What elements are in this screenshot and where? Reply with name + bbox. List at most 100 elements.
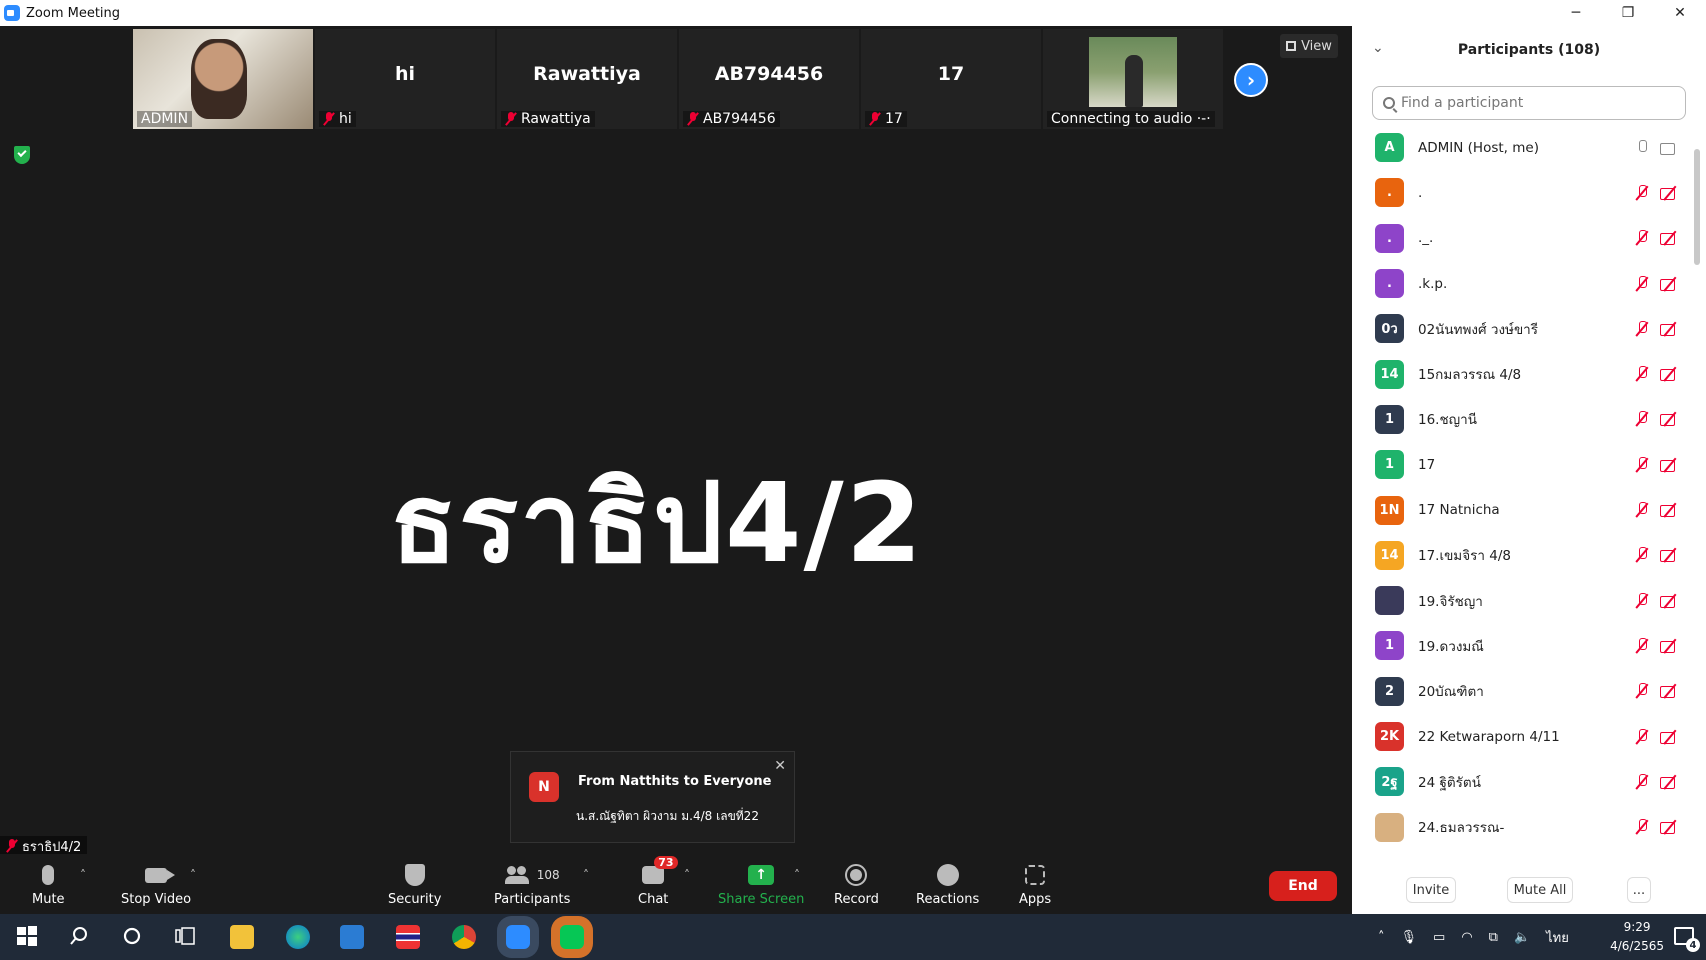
video-off-icon[interactable] — [1660, 593, 1680, 609]
mail-icon[interactable] — [340, 925, 364, 949]
video-off-icon[interactable] — [1660, 683, 1680, 699]
mute-button[interactable]: Mute — [32, 862, 65, 907]
mic-muted-icon[interactable] — [1634, 773, 1650, 790]
video-off-icon[interactable] — [1660, 819, 1680, 835]
camera-icon[interactable] — [1660, 140, 1680, 156]
participant-row[interactable]: 14 15กมลวรรณ 4/8 — [1352, 351, 1690, 396]
video-off-icon[interactable] — [1660, 774, 1680, 790]
participant-tile[interactable]: 17 17 — [861, 29, 1041, 129]
participant-tile[interactable]: ADMIN — [133, 29, 313, 129]
microphone-tray-icon[interactable]: 🎙 — [1401, 930, 1418, 945]
video-options-caret[interactable]: ˄ — [190, 868, 196, 882]
file-explorer-icon[interactable] — [230, 925, 254, 949]
audio-options-caret[interactable]: ˄ — [80, 868, 86, 882]
mute-all-button[interactable]: Mute All — [1507, 877, 1573, 903]
chat-options-caret[interactable]: ˄ — [684, 868, 690, 882]
participant-row[interactable]: 1 19.ดวงมณี — [1352, 623, 1690, 668]
reactions-button[interactable]: Reactions — [916, 862, 979, 907]
chat-button[interactable]: 73 Chat — [638, 856, 678, 907]
thai-flag-app-icon[interactable] — [396, 925, 420, 949]
language-indicator[interactable]: ไทย — [1546, 927, 1569, 948]
video-off-icon[interactable] — [1660, 366, 1680, 382]
mic-muted-icon[interactable] — [1634, 637, 1650, 654]
next-page-button[interactable]: › — [1234, 63, 1268, 97]
participant-row[interactable]: 1N 17 Natnicha — [1352, 487, 1690, 532]
cortana-icon[interactable] — [121, 925, 145, 949]
video-off-icon[interactable] — [1660, 411, 1680, 427]
participant-row[interactable]: 19.จิรัชญา — [1352, 578, 1690, 623]
video-off-icon[interactable] — [1660, 276, 1680, 292]
network-icon[interactable]: ⧉ — [1489, 930, 1498, 945]
system-clock[interactable]: 9:29 4/6/2565 — [1610, 918, 1664, 956]
scrollbar-thumb[interactable] — [1694, 149, 1700, 265]
mic-muted-icon[interactable] — [1634, 320, 1650, 337]
participant-search[interactable] — [1372, 86, 1686, 120]
stop-video-button[interactable]: Stop Video — [121, 862, 191, 907]
share-screen-button[interactable]: ↑ Share Screen — [718, 862, 804, 907]
video-off-icon[interactable] — [1660, 185, 1680, 201]
mic-muted-icon[interactable] — [1634, 502, 1650, 518]
close-icon[interactable]: ✕ — [774, 758, 786, 774]
mic-muted-icon[interactable] — [1634, 683, 1650, 699]
line-app-icon[interactable] — [560, 925, 584, 949]
microphone-icon[interactable] — [1634, 139, 1650, 156]
mic-muted-icon[interactable] — [1634, 592, 1650, 609]
battery-icon[interactable]: ▭ — [1433, 930, 1445, 945]
chat-notification[interactable]: N From Natthits to Everyone น.ส.ณัฐทิตา … — [510, 751, 795, 843]
security-button[interactable]: Security — [388, 862, 441, 907]
mic-muted-icon[interactable] — [1634, 184, 1650, 201]
share-options-caret[interactable]: ˄ — [794, 868, 800, 882]
mic-muted-icon[interactable] — [1634, 230, 1650, 246]
windows-start-icon[interactable] — [16, 925, 40, 949]
search-icon[interactable] — [68, 925, 92, 949]
encryption-shield-icon[interactable] — [14, 146, 30, 164]
participant-row[interactable]: .. — [1352, 170, 1690, 215]
video-off-icon[interactable] — [1660, 729, 1680, 745]
participant-row[interactable]: 2 20บัณฑิตา — [1352, 669, 1690, 714]
video-off-icon[interactable] — [1660, 230, 1680, 246]
participant-row[interactable]: 14 17.เขมจิรา 4/8 — [1352, 533, 1690, 578]
more-options-button[interactable]: ... — [1627, 877, 1651, 903]
volume-icon[interactable]: 🔈 — [1514, 930, 1530, 945]
participant-row[interactable]: 24.ธมลวรรณ- — [1352, 804, 1690, 849]
zoom-taskbar-icon[interactable] — [506, 925, 530, 949]
participant-row[interactable]: 0ว 02นันทพงศ์ วงษ์ขารี — [1352, 306, 1690, 351]
mic-muted-icon[interactable] — [1634, 456, 1650, 473]
participant-tile[interactable]: Connecting to audio ·-· — [1043, 29, 1223, 129]
video-off-icon[interactable] — [1660, 457, 1680, 473]
record-button[interactable]: Record — [834, 862, 879, 907]
mic-muted-icon[interactable] — [1634, 819, 1650, 835]
participant-search-input[interactable] — [1401, 95, 1671, 111]
invite-button[interactable]: Invite — [1406, 877, 1456, 903]
view-button[interactable]: View — [1280, 34, 1338, 58]
participants-button[interactable]: 108 Participants — [494, 862, 570, 907]
edge-browser-icon[interactable] — [286, 925, 310, 949]
end-meeting-button[interactable]: End — [1269, 871, 1337, 901]
participant-row[interactable]: 1 17 — [1352, 442, 1690, 487]
video-off-icon[interactable] — [1660, 638, 1680, 654]
participant-tile[interactable]: hi hi — [315, 29, 495, 129]
mic-muted-icon[interactable] — [1634, 366, 1650, 382]
participants-scrollbar[interactable] — [1694, 125, 1700, 873]
task-view-icon[interactable] — [174, 925, 198, 949]
mic-muted-icon[interactable] — [1634, 411, 1650, 427]
participant-row[interactable]: 2ฐ 24 ฐิติรัตน์ — [1352, 759, 1690, 804]
participant-tile[interactable]: AB794456 AB794456 — [679, 29, 859, 129]
minimize-button[interactable]: ─ — [1550, 0, 1602, 26]
close-window-button[interactable]: ✕ — [1654, 0, 1706, 26]
participant-row[interactable]: A ADMIN (Host, me) — [1352, 125, 1690, 170]
video-off-icon[interactable] — [1660, 547, 1680, 563]
video-off-icon[interactable] — [1660, 321, 1680, 337]
participants-options-caret[interactable]: ˄ — [583, 868, 589, 882]
participant-row[interactable]: 2K 22 Ketwaraporn 4/11 — [1352, 714, 1690, 759]
participant-tile[interactable]: Rawattiya Rawattiya — [497, 29, 677, 129]
restore-button[interactable]: ❐ — [1602, 0, 1654, 26]
chevron-up-icon[interactable]: ˄ — [1378, 930, 1385, 945]
chrome-icon[interactable] — [452, 925, 476, 949]
apps-button[interactable]: Apps — [1019, 862, 1051, 907]
mic-muted-icon[interactable] — [1634, 275, 1650, 292]
participant-row[interactable]: . ._. — [1352, 216, 1690, 261]
mic-muted-icon[interactable] — [1634, 547, 1650, 563]
participant-row[interactable]: 1 16.ชญานี — [1352, 397, 1690, 442]
mic-muted-icon[interactable] — [1634, 728, 1650, 745]
